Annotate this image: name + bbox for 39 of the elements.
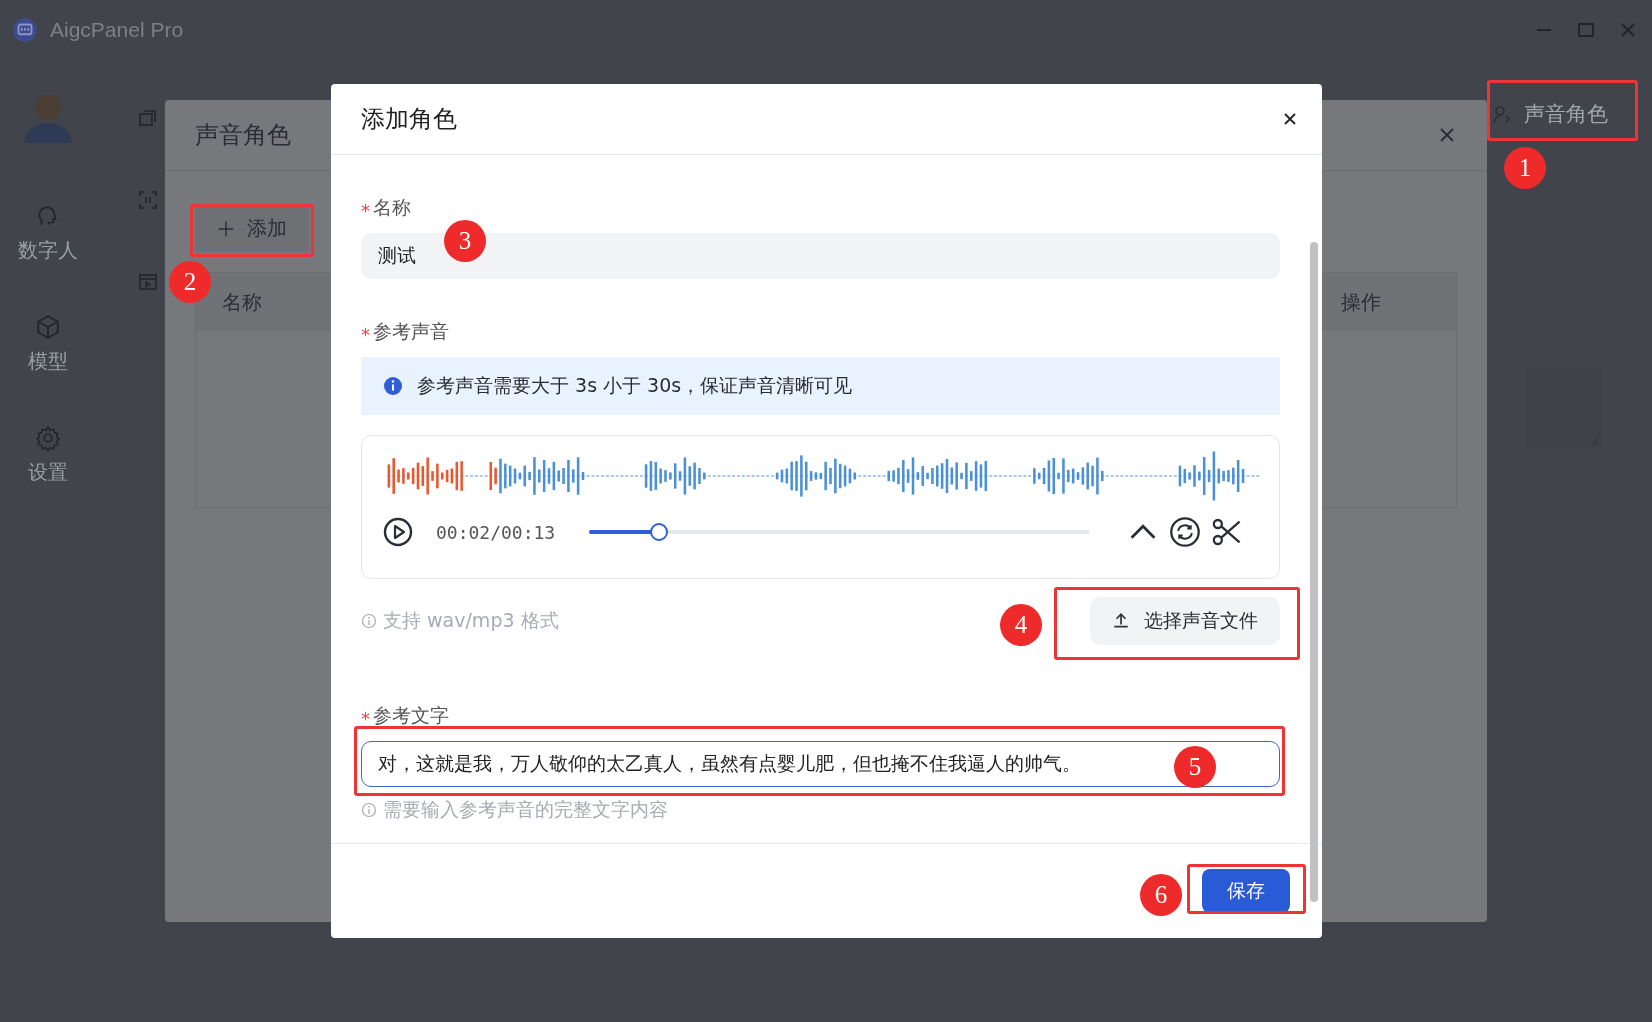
settings-icon[interactable] [35,425,61,451]
scan-icon[interactable] [138,190,158,210]
video-icon[interactable] [138,272,158,292]
sidebar-item[interactable]: 数字人 [18,237,78,264]
playback-time: 00:02/00:13 [436,521,556,543]
sidebar-item[interactable]: 模型 [28,348,68,375]
info-icon [361,802,377,818]
upload-button[interactable]: 选择声音文件 [1090,597,1280,645]
hint-text: 支持 wav/mp3 格式 [383,608,559,633]
save-button[interactable]: 保存 [1202,869,1290,913]
cube-icon[interactable] [35,314,61,340]
hint-text: 需要输入参考声音的完整文字内容 [383,797,668,822]
copy-icon[interactable] [138,108,158,128]
play-icon[interactable] [382,516,414,548]
required-mark: * [361,708,370,729]
field-label: 名称 [373,195,411,220]
required-mark: * [361,200,370,221]
field-label: 参考声音 [373,319,449,344]
info-icon [383,376,403,396]
required-mark: * [361,324,370,345]
menu-item[interactable]: 声音角色 [1524,100,1608,128]
add-button[interactable]: 添加 [195,205,309,252]
dialog-title: 声音角色 [195,120,291,151]
scrollbar[interactable] [1310,242,1318,902]
upload-icon [1112,612,1130,630]
dialog-title: 添加角色 [361,104,457,135]
maximize-icon[interactable] [1576,20,1596,40]
refresh-icon[interactable] [1169,516,1202,548]
app-logo-icon [12,17,38,43]
voice-icon[interactable] [1492,104,1512,124]
window-title: AigcPanel Pro [50,18,184,42]
plus-icon [217,219,235,238]
column-header: 操作 [1341,288,1381,316]
sidebar-item[interactable]: 设置 [28,459,68,486]
info-icon [361,613,377,629]
column-header: 名称 [222,288,262,316]
alert-text: 参考声音需要大于 3s 小于 30s，保证声音清晰可见 [417,373,853,398]
field-label: 参考文字 [373,703,449,728]
step-number: 1 [1504,147,1546,189]
